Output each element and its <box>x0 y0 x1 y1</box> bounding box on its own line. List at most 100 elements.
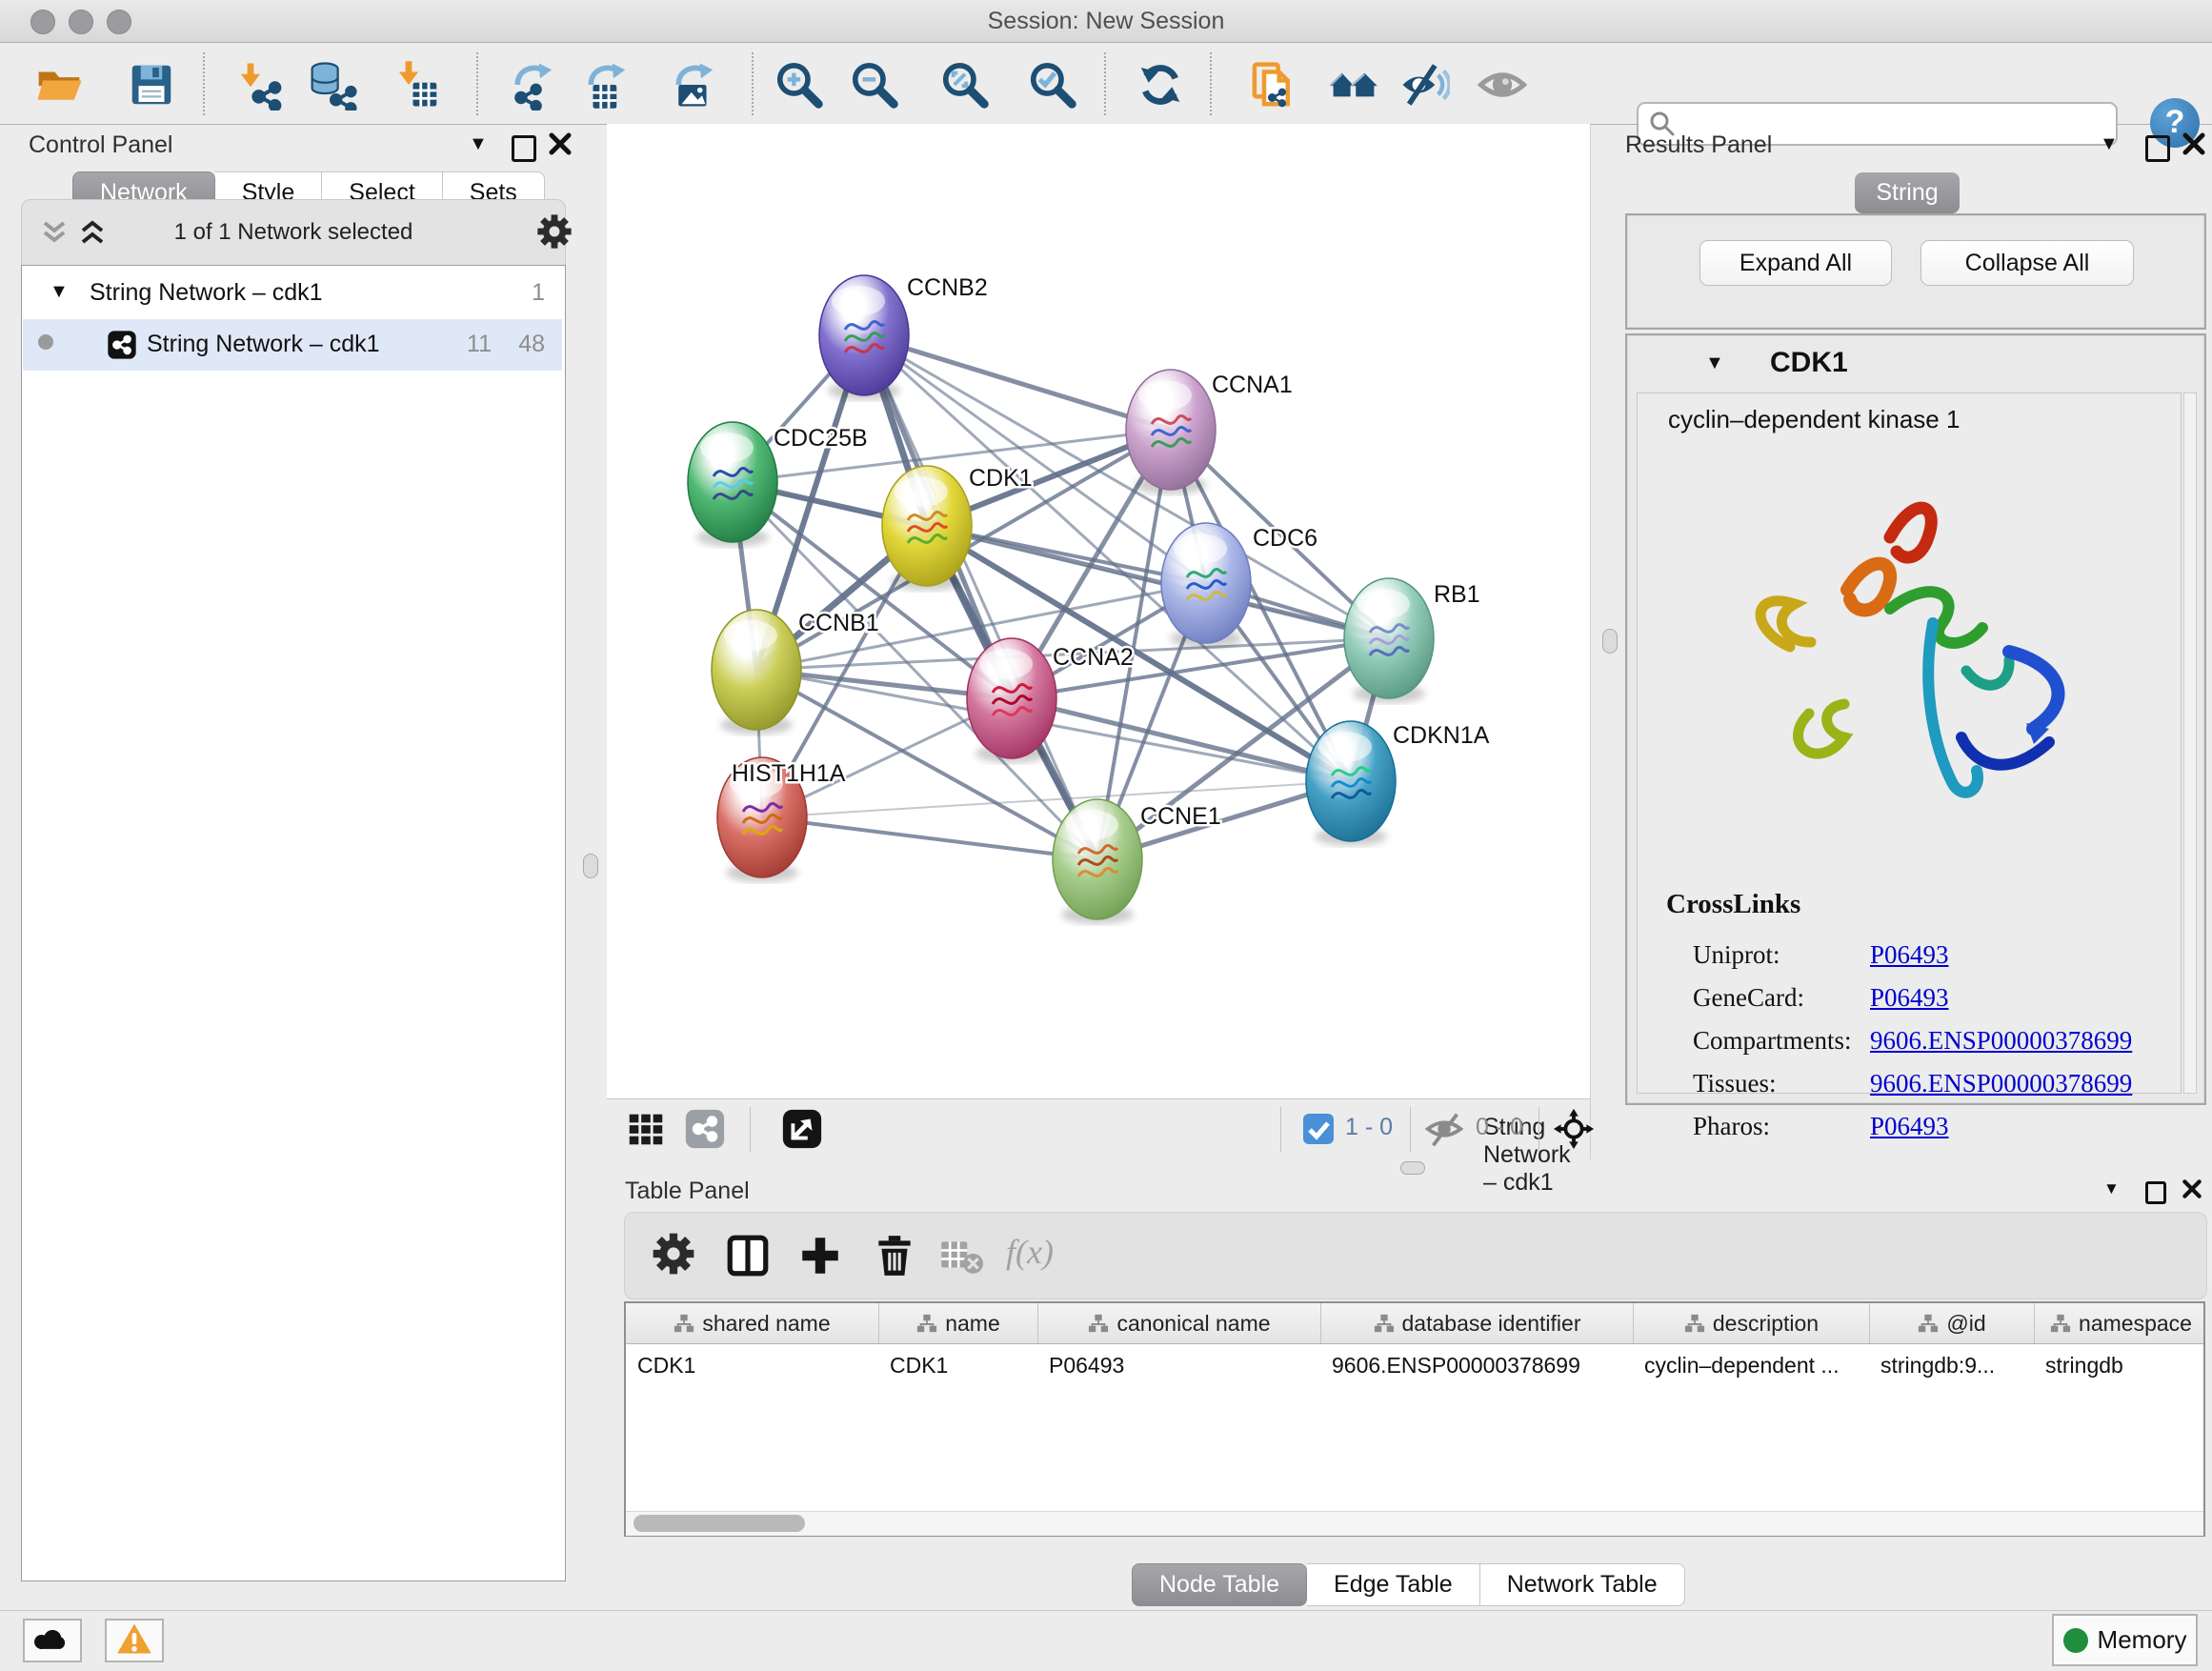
toolbar-import-network-button[interactable] <box>231 56 288 113</box>
crosslink-link[interactable]: P06493 <box>1870 983 1949 1013</box>
crosslink-link[interactable]: 9606.ENSP00000378699 <box>1870 1069 2132 1098</box>
scrollbar-thumb[interactable] <box>633 1515 805 1532</box>
cdk1-collapse-icon[interactable]: ▼ <box>1705 352 1724 374</box>
node-label-CCNA1: CCNA1 <box>1212 372 1293 398</box>
node-CCNE1[interactable] <box>1053 799 1142 924</box>
column-header-shared-name[interactable]: shared name <box>626 1303 878 1343</box>
cell-namespace[interactable]: stringdb <box>2034 1344 2207 1386</box>
results-panel-close-icon[interactable] <box>2182 131 2210 160</box>
control-panel-menu-icon[interactable]: ▼ <box>469 133 497 162</box>
results-tab-string[interactable]: String <box>1855 172 1960 213</box>
crosslink-label: Pharos: <box>1693 1112 1870 1141</box>
export-table-icon <box>580 59 632 111</box>
toolbar-zoom-selected-button[interactable] <box>1024 56 1081 113</box>
crosslink-label: Tissues: <box>1693 1069 1870 1098</box>
edge-CCNB2-CCNE1[interactable] <box>864 335 1097 859</box>
expand-all-button[interactable]: Expand All <box>1699 240 1892 286</box>
node-CCNB2[interactable] <box>819 275 909 400</box>
tab-network-table[interactable]: Network Table <box>1480 1563 1685 1606</box>
table-toolbar-gear-button[interactable] <box>652 1232 699 1279</box>
column-header-name[interactable]: name <box>878 1303 1037 1343</box>
hidden-eye-icon[interactable] <box>1422 1107 1466 1151</box>
node-CDKN1A[interactable] <box>1306 721 1396 846</box>
node-CCNA2[interactable] <box>967 638 1056 763</box>
memory-label: Memory <box>2098 1625 2187 1655</box>
selected-checkbox-icon[interactable] <box>1302 1113 1335 1145</box>
control-panel-float-icon[interactable] <box>512 135 540 164</box>
protein-structure-image <box>1695 447 2114 885</box>
crosslink-link[interactable]: 9606.ENSP00000378699 <box>1870 1026 2132 1056</box>
edge-HIST1H1A-CCNE1[interactable] <box>762 817 1097 859</box>
crosslink-label: Compartments: <box>1693 1026 1870 1056</box>
toolbar-import-table-button[interactable] <box>389 56 446 113</box>
crosslink-link[interactable]: P06493 <box>1870 1112 1949 1141</box>
toolbar-zoom-out-button[interactable] <box>846 56 903 113</box>
toolbar-zoom-in-button[interactable] <box>771 56 828 113</box>
toolbar-export-table-button[interactable] <box>577 56 634 113</box>
table-toolbar-trash-button[interactable] <box>871 1232 918 1279</box>
node-label-CCNA2: CCNA2 <box>1053 644 1134 671</box>
column-header-canonical-name[interactable]: canonical name <box>1037 1303 1320 1343</box>
table-horizontal-scrollbar[interactable] <box>626 1511 2203 1536</box>
network-overview-icon[interactable] <box>683 1107 727 1151</box>
crosslink-link[interactable]: P06493 <box>1870 940 1949 970</box>
table-panel-menu-icon[interactable]: ▼ <box>2103 1179 2132 1208</box>
left-splitter-handle[interactable] <box>583 854 598 878</box>
results-scrollbar[interactable] <box>2183 393 2197 1094</box>
column-header-database-identifier[interactable]: database identifier <box>1320 1303 1633 1343</box>
node-CCNA1[interactable] <box>1126 370 1216 494</box>
tab-edge-table[interactable]: Edge Table <box>1307 1563 1480 1606</box>
cell-database-identifier[interactable]: 9606.ENSP00000378699 <box>1320 1344 1633 1386</box>
right-splitter-handle[interactable] <box>1602 629 1618 654</box>
table-row[interactable]: CDK1CDK1P064939606.ENSP00000378699cyclin… <box>626 1344 2203 1386</box>
cloud-status-button[interactable] <box>23 1619 82 1662</box>
cell-name[interactable]: CDK1 <box>878 1344 1037 1386</box>
network-canvas[interactable]: CCNB2CCNA1CDC25BCDK1CDC6RB1CCNB1CCNA2CDK… <box>607 124 1591 1098</box>
network-tree-item-row[interactable]: String Network – cdk1 11 48 <box>23 319 562 371</box>
table-panel-title: Table Panel <box>625 1178 750 1205</box>
table-toolbar-columns-button[interactable] <box>724 1232 772 1279</box>
toolbar-open-button[interactable] <box>30 56 88 113</box>
horizontal-splitter-handle[interactable] <box>1400 1161 1425 1175</box>
node-CDC25B[interactable] <box>688 422 777 547</box>
column-header-@id[interactable]: @id <box>1869 1303 2034 1343</box>
node-table[interactable]: shared namenamecanonical namedatabase id… <box>624 1301 2205 1537</box>
warnings-button[interactable] <box>105 1619 164 1662</box>
table-toolbar-add-button[interactable] <box>796 1232 844 1279</box>
toolbar-export-image-button[interactable] <box>665 56 722 113</box>
title-bar: Session: New Session <box>0 0 2212 43</box>
fit-selected-crosshair-icon[interactable] <box>1552 1107 1596 1151</box>
table-header-row: shared namenamecanonical namedatabase id… <box>626 1303 2203 1344</box>
node-CCNB1[interactable] <box>712 610 801 735</box>
toolbar-import-database-button[interactable] <box>304 56 361 113</box>
toolbar-save-button[interactable] <box>123 56 180 113</box>
control-panel-close-icon[interactable] <box>548 131 576 160</box>
collapse-all-button[interactable]: Collapse All <box>1920 240 2134 286</box>
cell-description[interactable]: cyclin–dependent ... <box>1633 1344 1869 1386</box>
cloud-icon <box>33 1624 71 1658</box>
network-options-gear-icon[interactable] <box>536 213 573 254</box>
toolbar-zoom-fit-button[interactable] <box>936 56 994 113</box>
toolbar-export-network-button[interactable] <box>504 56 561 113</box>
cell-canonical-name[interactable]: P06493 <box>1037 1344 1320 1386</box>
column-header-namespace[interactable]: namespace <box>2034 1303 2207 1343</box>
toolbar-clone-network-button[interactable] <box>1244 56 1301 113</box>
results-panel-float-icon[interactable] <box>2145 135 2174 164</box>
birds-eye-view-icon[interactable] <box>624 1107 668 1151</box>
results-panel-menu-icon[interactable]: ▼ <box>2100 133 2128 162</box>
table-panel-close-icon[interactable] <box>2182 1178 2210 1207</box>
cell-shared-name[interactable]: CDK1 <box>626 1344 878 1386</box>
cell-@id[interactable]: stringdb:9... <box>1869 1344 2034 1386</box>
tab-node-table[interactable]: Node Table <box>1132 1563 1307 1606</box>
edge-CCNB2-CCNA1[interactable] <box>864 335 1171 430</box>
open-external-icon[interactable] <box>780 1107 824 1151</box>
toolbar-refresh-button[interactable] <box>1132 56 1189 113</box>
toolbar-hide-selected-button[interactable] <box>1396 56 1453 113</box>
column-header-description[interactable]: description <box>1633 1303 1869 1343</box>
node-RB1[interactable] <box>1344 578 1434 703</box>
memory-button[interactable]: Memory <box>2052 1614 2198 1666</box>
toolbar-show-all-button[interactable] <box>1474 56 1531 113</box>
toolbar-home-button[interactable] <box>1325 56 1382 113</box>
table-panel-float-icon[interactable] <box>2145 1181 2174 1210</box>
network-tree-root-row[interactable]: ▼ String Network – cdk1 1 <box>23 268 562 319</box>
